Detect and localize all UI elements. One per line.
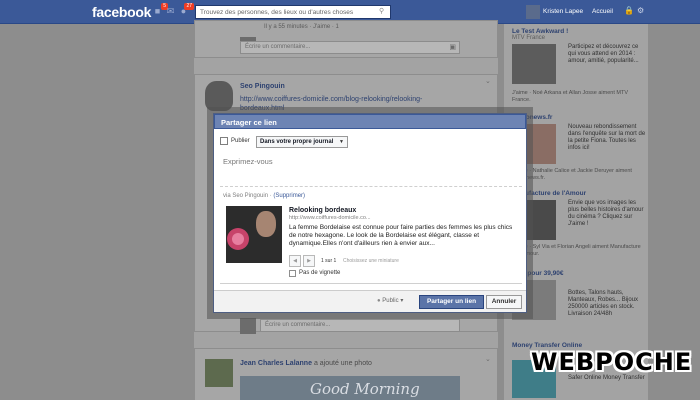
no-thumbnail-label: Pas de vignette: [299, 270, 341, 276]
ad-image[interactable]: [512, 44, 556, 84]
ad-text: Envie que vos images les plus belles his…: [568, 200, 644, 227]
link-url: http://www.coiffures-domicile.co...: [289, 215, 371, 221]
comment-input-2[interactable]: Écrire un commentaire...: [260, 319, 460, 332]
home-link[interactable]: Accueil: [592, 8, 613, 15]
profile-name-link[interactable]: Kristen Lapee: [543, 8, 583, 15]
ad-like-text: J'aime · Syl Via et Florian Angeli aimen…: [512, 244, 641, 257]
facebook-logo[interactable]: facebook: [92, 4, 151, 20]
settings-gear-icon[interactable]: ⚙: [637, 6, 644, 15]
remove-via-link[interactable]: (Supprimer): [273, 193, 305, 199]
post-link-line1[interactable]: http://www.coiffures-domicile.com/blog-r…: [240, 96, 422, 103]
divider: [220, 186, 522, 187]
ad-mtv[interactable]: Le Test Awkward ! MTV France Participez …: [512, 28, 648, 118]
dialog-footer: ● Public ▾ Partager un lien Annuler: [214, 290, 526, 312]
ad-text: Nouveau rebondissement dans l'enquête su…: [568, 124, 646, 151]
post-options-chevron-icon[interactable]: ⌄: [485, 77, 491, 85]
post-photo[interactable]: Good Morning: [240, 376, 460, 400]
via-text: via Seo Pingouin ·: [223, 193, 272, 199]
ad-text: Participez et découvrez ce qui vous atte…: [568, 44, 639, 64]
messages-icon: ✉: [166, 6, 175, 16]
audience-value: Public: [382, 298, 399, 304]
link-thumbnail: [226, 206, 282, 263]
feed-post-top: Il y a 55 minutes · J'aime · 1 Écrire un…: [194, 20, 498, 58]
post-link-line2[interactable]: bordeaux.html: [240, 105, 284, 112]
chevron-down-icon: ▼: [339, 139, 344, 145]
privacy-shortcuts-icon[interactable]: 🔒: [624, 6, 634, 15]
camera-icon[interactable]: ▣: [449, 43, 456, 51]
dialog-title: Partager ce lien: [214, 114, 526, 129]
friend-requests-button[interactable]: ■ 5: [152, 3, 168, 17]
cancel-button[interactable]: Annuler: [486, 295, 522, 309]
comment-meta: Il y a 55 minutes · J'aime · 1: [264, 24, 339, 30]
publish-label: Publier: [231, 138, 250, 144]
audience-selector[interactable]: ● Public ▾: [377, 297, 403, 304]
thumbnail-portrait: [256, 211, 276, 237]
commenter-avatar-2: [240, 318, 256, 334]
ad-title[interactable]: Metronews.fr: [512, 114, 648, 121]
link-description[interactable]: La femme Bordelaise est connue pour fair…: [289, 224, 514, 248]
search-input[interactable]: Trouvez des personnes, des lieux ou d'au…: [195, 5, 391, 19]
choose-thumbnail-label: Choisissez une miniature: [343, 258, 399, 264]
messages-button[interactable]: ✉: [165, 6, 176, 17]
prev-thumbnail-button[interactable]: ◀: [289, 255, 301, 267]
search-icon[interactable]: ⚲: [379, 8, 387, 16]
chevron-down-icon: ▾: [400, 298, 404, 304]
ad-like-text: J'aime · Nathalie Calice et Jackie Deruy…: [512, 168, 632, 181]
feed-post-jean-charles: Jean Charles Lalanne a ajouté une photo …: [194, 348, 498, 400]
share-target-select[interactable]: Dans votre propre journal ▼: [256, 136, 348, 148]
no-thumbnail-checkbox[interactable]: [289, 270, 296, 277]
ad-metronews[interactable]: Metronews.fr Nouveau rebondissement dans…: [512, 114, 648, 194]
notifications-badge: 27: [184, 3, 194, 10]
post-action-text: a ajouté une photo: [313, 360, 372, 367]
photo-caption: Good Morning: [310, 380, 420, 398]
link-title[interactable]: Relooking bordeaux: [289, 207, 356, 214]
post-author[interactable]: Seo Pingouin: [240, 83, 285, 90]
ad-text: Bottes, Talons hauts, Manteaux, Robes...…: [568, 290, 639, 317]
comment-placeholder-2: Écrire un commentaire...: [265, 322, 331, 328]
profile-avatar[interactable]: [526, 5, 540, 19]
message-input[interactable]: Exprimez-vous: [223, 157, 273, 166]
author-avatar[interactable]: [205, 81, 233, 111]
author-avatar-jean[interactable]: [205, 359, 233, 387]
share-link-button[interactable]: Partager un lien: [419, 295, 484, 309]
share-link-dialog: Partager ce lien Publier Dans votre prop…: [213, 113, 527, 313]
thumbnail-count: 1 sur 1: [321, 258, 337, 264]
ad-like-text: J'aime · Noé Arkana et Allan Josse aimen…: [512, 90, 628, 103]
ad-title[interactable]: Tout pour 39,90€: [512, 270, 648, 277]
globe-icon: ●: [377, 298, 381, 304]
post-options-chevron-icon-2[interactable]: ⌄: [485, 355, 491, 363]
divider-2: [220, 283, 522, 284]
share-target-value: Dans votre propre journal: [260, 139, 334, 145]
thumbnail-flower-center: [232, 233, 244, 245]
ad-title[interactable]: Le Test Awkward !: [512, 28, 648, 35]
publish-icon: [220, 137, 228, 145]
ad-manufacture[interactable]: Manufacture de l'Amour Envie que vos ima…: [512, 190, 648, 270]
ad-fashion[interactable]: Tout pour 39,90€ Bottes, Talons hauts, M…: [512, 270, 648, 340]
watermark-text: WEBPOCHE: [531, 348, 693, 376]
notifications-button[interactable]: ● 27: [178, 3, 194, 17]
next-thumbnail-button[interactable]: ▶: [303, 255, 315, 267]
comment-placeholder: Écrire un commentaire...: [245, 44, 311, 50]
author-name-jean[interactable]: Jean Charles Lalanne: [240, 360, 312, 367]
comment-input[interactable]: Écrire un commentaire... ▣: [240, 41, 460, 54]
search-placeholder: Trouvez des personnes, des lieux ou d'au…: [200, 9, 354, 16]
via-attribution: via Seo Pingouin · (Supprimer): [223, 193, 305, 199]
ad-title[interactable]: Manufacture de l'Amour: [512, 190, 648, 197]
ad-source: MTV France: [512, 35, 546, 41]
post-author-jean: Jean Charles Lalanne a ajouté une photo: [240, 360, 372, 367]
watermark-logo: WEBPOCHE: [531, 348, 691, 380]
